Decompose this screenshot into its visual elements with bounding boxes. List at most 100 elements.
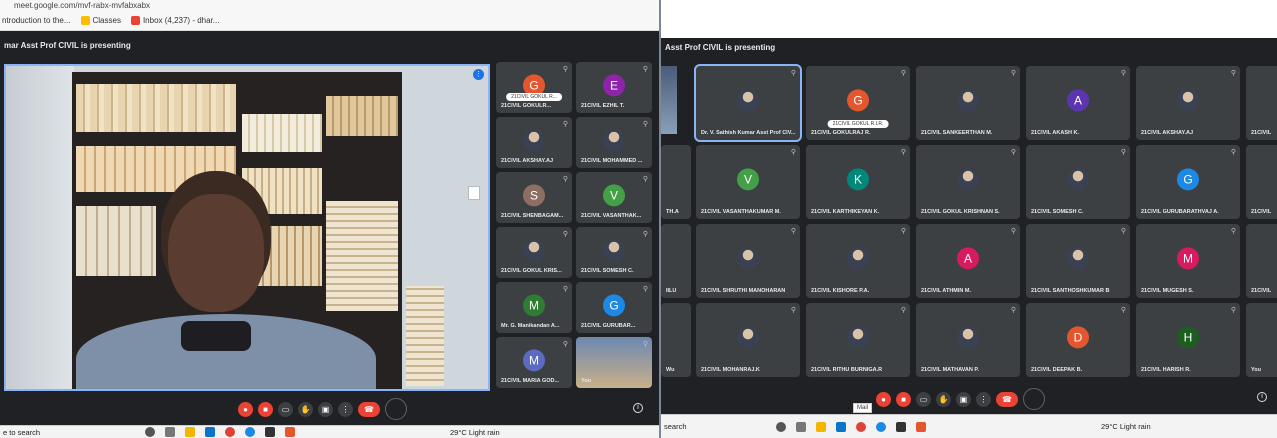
participant-tile[interactable]: S ⚲ 21CIVIL SHENBAGAM... [496,172,572,223]
app-icon[interactable] [916,421,926,432]
partial-tile[interactable]: TH.A [661,145,691,219]
present-icon[interactable]: ▣ [956,391,971,407]
participant-tile[interactable]: G ⚲ 21CIVIL GOKUL R.I.R. 21CIVIL GOKULRAJ R… [806,66,910,140]
store-icon[interactable] [265,427,275,437]
bookmark-label: ntroduction to the... [2,16,71,25]
participant-name: TH.A [666,209,679,215]
participant-tile[interactable]: ⚲ 21CIVIL SOMESH C. [1026,145,1130,219]
info-icon[interactable]: i [633,403,643,413]
app-icon[interactable] [285,427,295,437]
mic-muted-icon: ⚲ [1230,70,1236,77]
store-icon[interactable] [896,421,906,432]
participant-tile[interactable]: M ⚲ Mr. G. Manikandan A... [496,282,572,333]
participant-tile[interactable]: E ⚲ 21CIVIL EZHIL T. [576,62,652,113]
partial-tile[interactable]: Wu [661,303,691,377]
self-view-tile[interactable]: You [1246,303,1277,377]
mail-icon[interactable] [836,421,846,432]
participant-tile[interactable]: V ⚲ 21CIVIL VASANTHAK... [576,172,652,223]
participant-tile[interactable]: ⚲ 21CIVIL SHRUTHI MANOHARAN [696,224,800,298]
raise-hand-icon[interactable]: ✋ [936,391,951,407]
participant-tile[interactable]: G ⚲ 21CIVIL GURUBARATHVAJ A. [1136,145,1240,219]
participant-tile[interactable]: K ⚲ 21CIVIL KARTHIKEYAN K. [806,145,910,219]
participant-tile[interactable]: ⚲ 21CIVIL MOHAMMED ... [576,117,652,168]
file-explorer-icon[interactable] [185,427,195,437]
presenting-banner: Asst Prof CIVIL is presenting [661,38,1277,62]
participant-tile[interactable]: G ⚲ 21CIVIL GOKUL R... 21CIVIL GOKULR... [496,62,572,113]
mail-icon[interactable] [205,427,215,437]
more-options-icon[interactable]: ⋮ [338,401,353,417]
edge-icon[interactable] [245,427,255,437]
partial-tile[interactable]: 21CIVIL [1246,224,1277,298]
speaker-video[interactable]: ⋮ [4,64,490,391]
taskbar-search[interactable]: e to search [0,428,140,437]
partial-tile[interactable]: 21CIVIL [1246,145,1277,219]
search-icon[interactable] [145,427,155,437]
participant-name: Dr. V. Sathish Kumar Asst Prof CIV... [701,130,796,136]
participant-tile[interactable]: ⚲ Dr. V. Sathish Kumar Asst Prof CIV... [694,64,802,142]
participant-tile[interactable]: H ⚲ 21CIVIL HARISH R. [1136,303,1240,377]
weather-readout[interactable]: 29°C Light rain [1101,422,1151,431]
task-view-icon[interactable] [796,421,806,432]
avatar: G [1177,168,1199,191]
raise-hand-icon[interactable]: ✋ [298,401,313,417]
participant-tile[interactable]: G ⚲ 21CIVIL GURUBAR... [576,282,652,333]
chrome-icon[interactable] [856,421,866,432]
edge-icon[interactable] [876,421,886,432]
browser-chrome: meet.google.com/mvf-rabx-mvfabxabx ntrod… [0,0,662,31]
bookmark-inbox[interactable]: Inbox (4,237) - dhar... [130,16,219,25]
file-explorer-icon[interactable] [816,421,826,432]
participant-name: 21CIVIL MATHAVAN P. [921,367,979,373]
participant-tile[interactable]: M ⚲ 21CIVIL MUGESH S. [1136,224,1240,298]
mic-muted-icon: ⚲ [562,286,568,293]
mic-off-icon[interactable]: ● [876,391,891,407]
participant-name: 21CIVIL EZHIL T. [581,103,625,109]
participant-tile[interactable]: A ⚲ 21CIVIL ATHMIN M. [916,224,1020,298]
participant-photo [847,326,869,349]
chrome-icon[interactable] [225,427,235,437]
bookmark-intro[interactable]: ntroduction to the... [2,16,71,25]
activities-icon[interactable] [385,398,407,420]
partial-tile[interactable]: IILU [661,224,691,298]
activities-icon[interactable] [1023,388,1045,410]
bookmark-classes[interactable]: Classes [80,16,121,25]
participant-tile[interactable]: ⚲ 21CIVIL GOKUL KRIS... [496,227,572,278]
participant-tile[interactable]: ⚲ 21CIVIL SANTHOSHKUMAR B [1026,224,1130,298]
more-options-icon[interactable]: ⋮ [976,391,991,407]
participant-tile[interactable]: D ⚲ 21CIVIL DEEPAK B. [1026,303,1130,377]
participant-tile[interactable]: ⚲ 21CIVIL MATHAVAN P. [916,303,1020,377]
leave-call-button[interactable]: ☎ [996,391,1018,407]
leave-call-button[interactable]: ☎ [358,401,380,417]
camera-off-icon[interactable]: ■ [258,401,273,417]
participant-tile[interactable]: ⚲ 21CIVIL MOHANRAJ.K [696,303,800,377]
captions-icon[interactable]: ▭ [916,391,931,407]
browser-area [661,0,1277,38]
participant-tile[interactable]: ⚲ 21CIVIL SOMESH C. [576,227,652,278]
windows-taskbar: search 29°C Light rain [661,414,1277,438]
taskbar-search[interactable]: search [661,422,771,431]
partial-tile[interactable]: 21CIVIL [1246,66,1277,140]
wall-background [6,66,74,389]
participant-tile[interactable]: ⚲ 21CIVIL GOKUL KRISHNAN S. [916,145,1020,219]
participant-tile[interactable]: ⚲ 21CIVIL AKSHAY.AJ [496,117,572,168]
self-view-tile[interactable]: ⚲ You [576,337,652,388]
info-icon[interactable]: i [1257,392,1267,402]
task-view-icon[interactable] [165,427,175,437]
participant-tile[interactable]: M ⚲ 21CIVIL MARIA GOD... [496,337,572,388]
participant-tile[interactable]: ⚲ 21CIVIL AKSHAY.AJ [1136,66,1240,140]
mic-muted-icon: ⚲ [900,70,906,77]
captions-icon[interactable]: ▭ [278,401,293,417]
url-bar[interactable]: meet.google.com/mvf-rabx-mvfabxabx [0,0,662,11]
present-icon[interactable]: ▣ [318,401,333,417]
weather-readout[interactable]: 29°C Light rain [450,428,500,437]
participant-name: You [581,378,591,384]
mic-off-icon[interactable]: ● [238,401,253,417]
search-icon[interactable] [776,421,786,432]
participant-tile[interactable]: V ⚲ 21CIVIL VASANTHAKUMAR M. [696,145,800,219]
camera-off-icon[interactable]: ■ [896,391,911,407]
participant-tile[interactable]: ⚲ 21CIVIL SANKEERTHAN M. [916,66,1020,140]
avatar: E [603,73,625,96]
shared-screen-thumbnail[interactable] [661,66,677,134]
participant-tile[interactable]: A ⚲ 21CIVIL AKASH K. [1026,66,1130,140]
participant-tile[interactable]: ⚲ 21CIVIL KISHORE P.A. [806,224,910,298]
participant-tile[interactable]: ⚲ 21CIVIL RITHU BURNIGA.R [806,303,910,377]
